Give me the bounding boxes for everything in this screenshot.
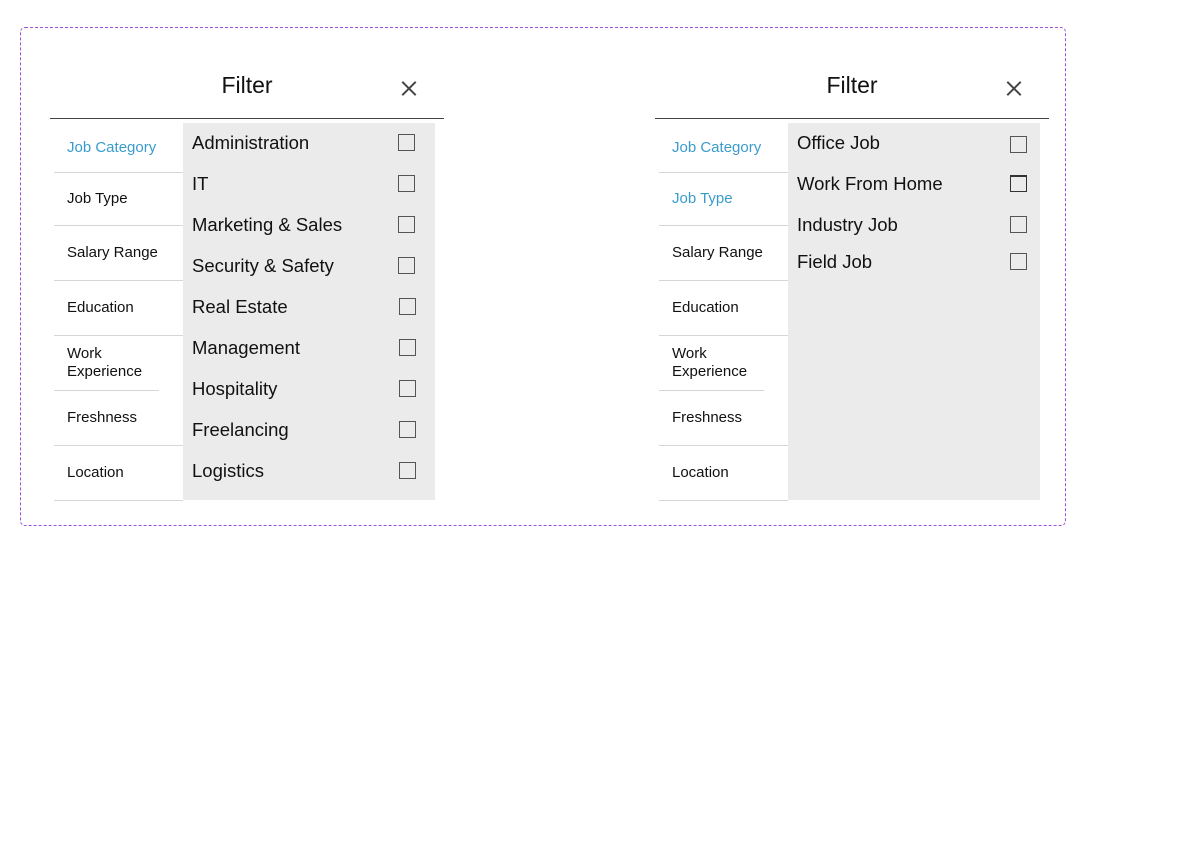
- filter-title: Filter: [826, 72, 878, 98]
- option-checkbox[interactable]: [398, 134, 415, 151]
- option-row[interactable]: Work From Home: [788, 169, 1040, 199]
- option-checkbox[interactable]: [399, 421, 416, 438]
- option-checkbox[interactable]: [1010, 175, 1027, 192]
- option-checkbox[interactable]: [399, 462, 416, 479]
- options-list: Office Job Work From Home Industry Job F…: [788, 123, 1040, 500]
- option-label: Field Job: [797, 251, 873, 272]
- category-label: Work Experience: [67, 345, 143, 380]
- option-checkbox[interactable]: [1010, 216, 1027, 233]
- option-label: Work From Home: [797, 173, 943, 194]
- category-label: Salary Range: [672, 244, 763, 261]
- option-label: IT: [192, 173, 209, 194]
- category-label: Location: [67, 464, 124, 481]
- option-label: Hospitality: [192, 378, 278, 399]
- category-item-salary-range[interactable]: Salary Range: [54, 226, 183, 281]
- option-row[interactable]: Field Job: [788, 247, 1040, 277]
- option-row[interactable]: Industry Job: [788, 210, 1040, 240]
- category-item-job-type[interactable]: Job Type: [659, 173, 788, 226]
- close-icon[interactable]: [1005, 79, 1023, 97]
- category-label: Education: [672, 299, 739, 316]
- option-label: Administration: [192, 132, 310, 153]
- category-label: Freshness: [67, 409, 138, 426]
- category-list: Job Category Job Type Salary Range Educa…: [659, 123, 788, 501]
- option-row[interactable]: Security & Safety: [183, 251, 435, 281]
- filter-title: Filter: [221, 72, 273, 98]
- option-row[interactable]: Management: [183, 333, 435, 363]
- option-checkbox[interactable]: [398, 257, 415, 274]
- option-label: Office Job: [797, 132, 880, 153]
- option-label: Real Estate: [192, 296, 288, 317]
- option-row[interactable]: IT: [183, 169, 435, 199]
- category-label: Freshness: [672, 409, 743, 426]
- category-list: Job Category Job Type Salary Range Educa…: [54, 123, 183, 501]
- filter-panel-job-type: Filter Job Category Job Type Salary Rang…: [655, 55, 1049, 501]
- category-label: Job Type: [67, 190, 128, 207]
- category-item-job-category[interactable]: Job Category: [659, 123, 788, 173]
- category-label: Job Category: [67, 138, 157, 156]
- option-label: Security & Safety: [192, 255, 334, 276]
- close-icon[interactable]: [400, 79, 418, 97]
- category-label: Location: [672, 464, 729, 481]
- option-label: Freelancing: [192, 419, 289, 440]
- option-row[interactable]: Administration: [183, 128, 435, 158]
- option-row[interactable]: Logistics: [183, 456, 435, 486]
- category-label: Job Category: [672, 138, 762, 156]
- option-label: Marketing & Sales: [192, 214, 343, 235]
- category-item-work-experience[interactable]: Work Experience: [659, 336, 764, 391]
- option-row[interactable]: Hospitality: [183, 374, 435, 404]
- category-label: Job Type: [672, 190, 733, 207]
- category-item-location[interactable]: Location: [54, 446, 183, 501]
- category-item-job-category[interactable]: Job Category: [54, 123, 183, 173]
- filter-header: Filter: [655, 55, 1049, 119]
- option-checkbox[interactable]: [398, 175, 415, 192]
- option-checkbox[interactable]: [399, 380, 416, 397]
- options-list: Administration IT Marketing & Sales Secu…: [183, 123, 435, 500]
- option-checkbox[interactable]: [1010, 136, 1027, 153]
- option-checkbox[interactable]: [1010, 253, 1027, 270]
- category-label: Salary Range: [67, 244, 158, 261]
- option-row[interactable]: Freelancing: [183, 415, 435, 445]
- option-label: Logistics: [192, 460, 264, 481]
- option-row[interactable]: Marketing & Sales: [183, 210, 435, 240]
- option-checkbox[interactable]: [399, 298, 416, 315]
- category-item-education[interactable]: Education: [659, 281, 788, 336]
- category-item-job-type[interactable]: Job Type: [54, 173, 183, 226]
- category-item-freshness[interactable]: Freshness: [54, 391, 183, 446]
- filter-header: Filter: [50, 55, 444, 119]
- option-row[interactable]: Office Job: [788, 128, 1040, 158]
- category-item-freshness[interactable]: Freshness: [659, 391, 788, 446]
- option-checkbox[interactable]: [398, 216, 415, 233]
- option-label: Industry Job: [797, 214, 898, 235]
- category-item-work-experience[interactable]: Work Experience: [54, 336, 159, 391]
- option-label: Management: [192, 337, 300, 358]
- category-item-salary-range[interactable]: Salary Range: [659, 226, 788, 281]
- category-item-location[interactable]: Location: [659, 446, 788, 501]
- option-row[interactable]: Real Estate: [183, 292, 435, 322]
- category-label: Education: [67, 299, 134, 316]
- category-item-education[interactable]: Education: [54, 281, 183, 336]
- filter-panel-job-category: Filter Job Category Job Type Salary Rang…: [50, 55, 444, 501]
- option-checkbox[interactable]: [399, 339, 416, 356]
- category-label: Work Experience: [672, 345, 748, 380]
